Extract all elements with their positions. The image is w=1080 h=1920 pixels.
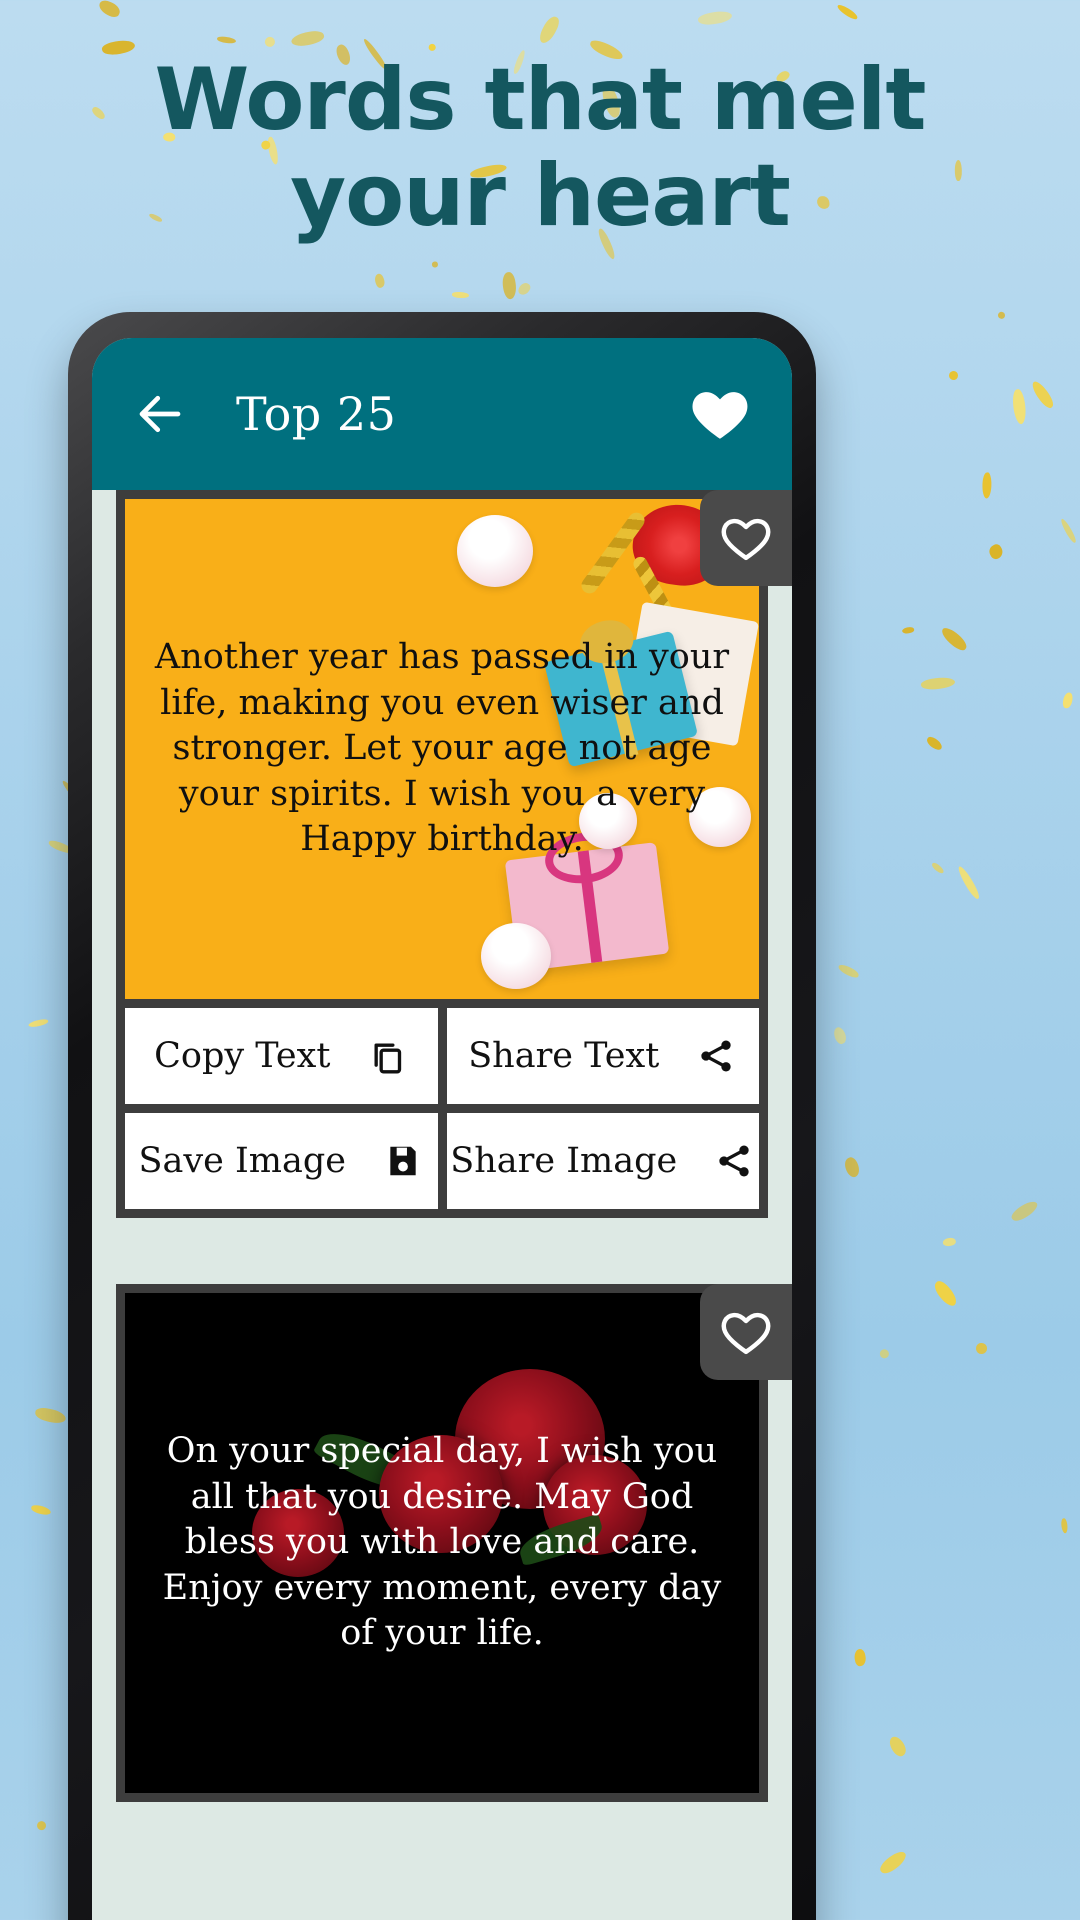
confetti-piece [986,542,1006,561]
confetti-piece [930,1278,960,1310]
share-image-button[interactable]: Share Image [446,1113,759,1209]
confetti-piece [841,1155,863,1180]
quote-actions: Copy Text Share Text Save Image Share Im… [125,999,759,1209]
confetti-piece [938,624,970,653]
confetti-piece [432,261,439,268]
quote-card-body: On your special day, I wish you all that… [116,1284,768,1802]
confetti-piece [924,734,945,752]
share-text-label: Share Text [468,1036,660,1076]
confetti-piece [27,1017,50,1029]
confetti-piece [372,272,387,289]
confetti-piece [1061,1517,1070,1534]
save-floppy-icon [382,1140,424,1182]
confetti-piece [1008,1197,1040,1224]
page-title: Words that melt your heart [0,52,1080,245]
quote-list[interactable]: Another year has passed in your life, ma… [92,490,792,1920]
headline-line-2: your heart [290,146,791,247]
app-bar: Top 25 [92,338,792,490]
confetti-piece [1011,388,1029,426]
save-image-button[interactable]: Save Image [125,1113,438,1209]
confetti-piece [30,1503,52,1516]
quote-card: Another year has passed in your life, ma… [92,490,792,1218]
confetti-piece [837,962,861,980]
confetti-piece [835,3,859,21]
meringue-decoration [457,515,533,587]
meringue-decoration [481,923,551,989]
confetti-piece [830,1024,849,1046]
quote-card: On your special day, I wish you all that… [92,1284,792,1802]
confetti-piece [34,1406,67,1426]
quote-text: On your special day, I wish you all that… [162,1431,722,1654]
list-spacer [92,1218,792,1284]
confetti-piece [452,292,470,299]
favorites-button[interactable] [682,376,758,452]
favorite-toggle[interactable] [700,490,792,586]
confetti-piece [1062,692,1074,709]
favorite-toggle[interactable] [700,1284,792,1380]
confetti-piece [955,865,982,901]
phone-screen: Top 25 Another year has passed in your l… [92,338,792,1920]
confetti-piece [901,626,915,636]
confetti-piece [35,1819,49,1833]
share-text-button[interactable]: Share Text [446,1008,759,1104]
copy-text-button[interactable]: Copy Text [125,1008,438,1104]
confetti-piece [516,281,532,298]
confetti-piece [1058,517,1078,544]
confetti-piece [536,14,562,46]
confetti-piece [97,0,123,20]
back-button[interactable] [126,380,194,448]
heart-outline-icon [721,518,771,561]
confetti-piece [697,9,733,28]
confetti-piece [1028,378,1057,411]
confetti-piece [853,1648,868,1667]
headline-line-1: Words that melt [154,50,927,150]
phone-mockup: Top 25 Another year has passed in your l… [68,312,816,1920]
copy-text-label: Copy Text [154,1036,331,1076]
quote-text: Another year has passed in your life, ma… [154,637,730,860]
quote-image[interactable]: On your special day, I wish you all that… [125,1293,759,1793]
confetti-piece [948,369,960,382]
quote-image[interactable]: Another year has passed in your life, ma… [125,499,759,999]
confetti-piece [931,861,946,874]
copy-icon [366,1035,408,1077]
confetti-piece [500,271,518,300]
confetti-piece [920,675,956,692]
confetti-piece [264,35,277,48]
confetti-piece [878,1346,892,1360]
app-bar-title: Top 25 [236,387,397,441]
save-image-label: Save Image [138,1141,346,1181]
share-icon [713,1140,755,1182]
confetti-piece [216,35,237,45]
confetti-piece [997,312,1006,320]
quote-card-body: Another year has passed in your life, ma… [116,490,768,1218]
heart-filled-icon [692,392,748,439]
arrow-left-icon [139,395,181,433]
share-icon [695,1035,737,1077]
confetti-piece [982,472,992,499]
share-image-label: Share Image [450,1141,678,1181]
confetti-piece [885,1734,909,1759]
confetti-piece [289,28,326,50]
confetti-piece [877,1848,909,1878]
heart-outline-icon [721,1312,771,1355]
confetti-piece [975,1342,987,1355]
confetti-piece [942,1236,957,1248]
